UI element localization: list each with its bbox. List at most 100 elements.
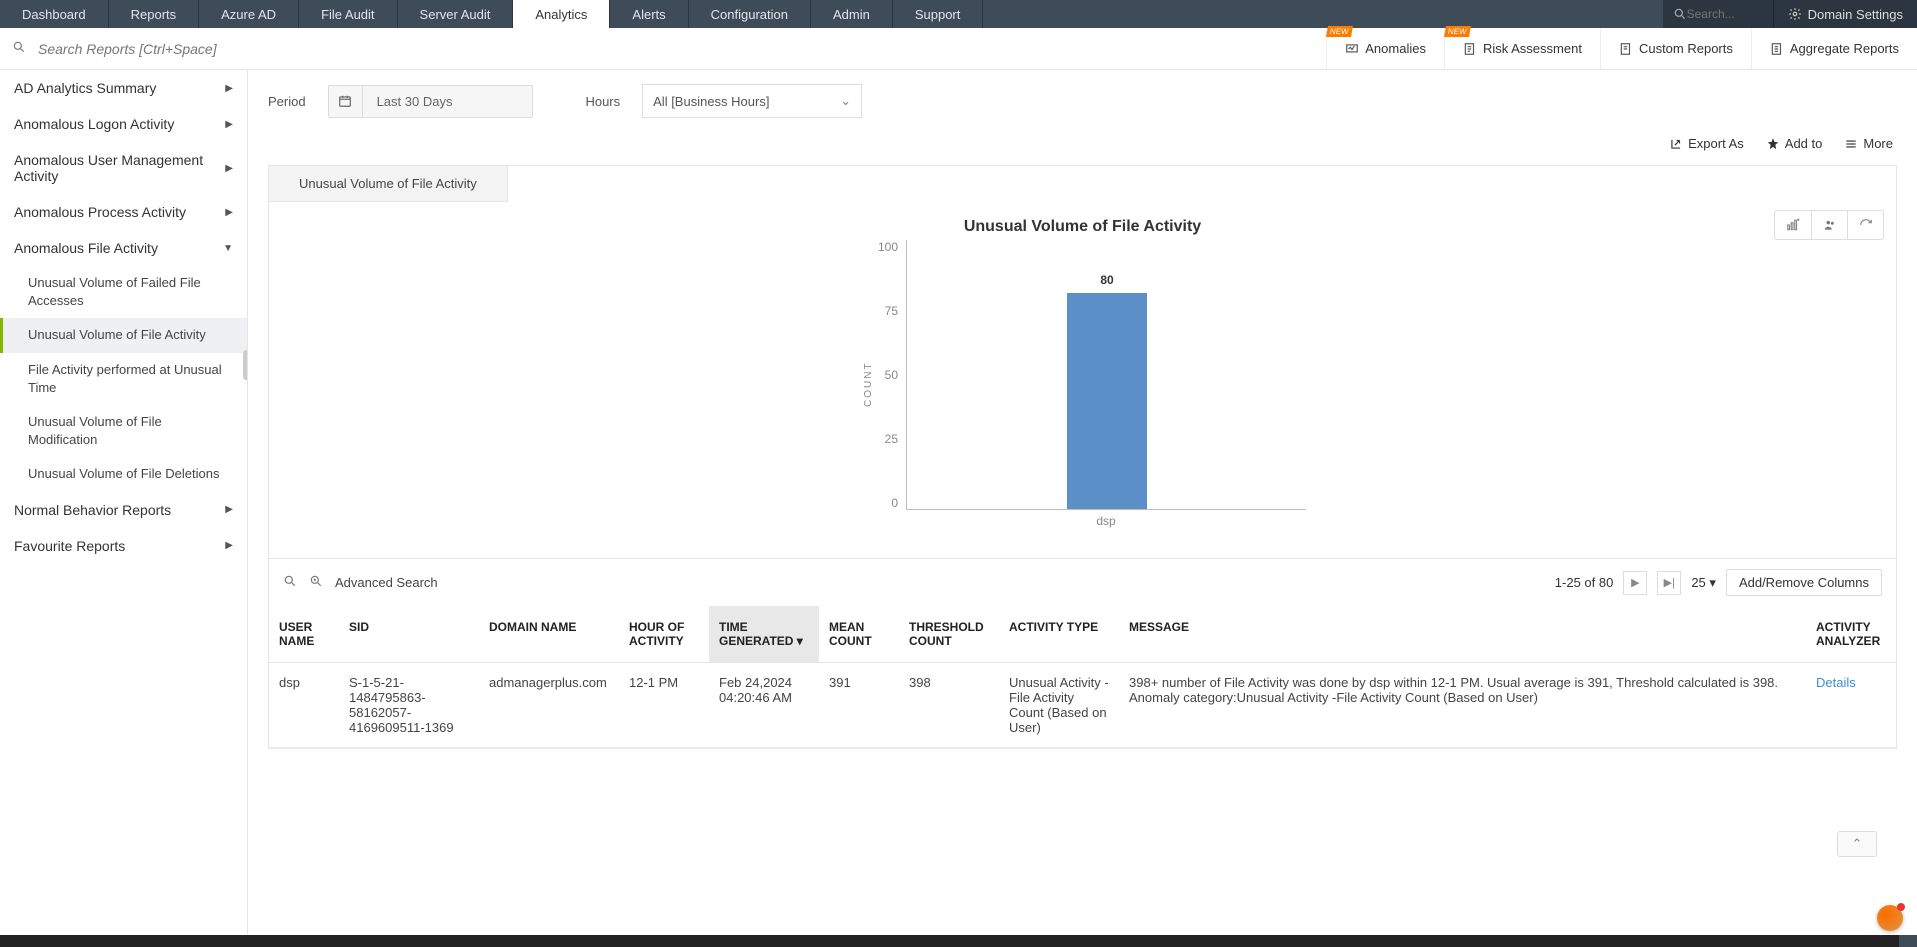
col-mean-count[interactable]: MEAN COUNT (819, 606, 899, 663)
more-icon (1844, 137, 1858, 151)
filters-row: Period Last 30 Days Hours All [Business … (268, 84, 1897, 118)
cell-hour: 12-1 PM (619, 663, 709, 748)
sidebar-item-normal-behavior[interactable]: Normal Behavior Reports▶ (0, 492, 247, 528)
chevron-down-icon: ▼ (223, 243, 233, 254)
report-tab-title[interactable]: Unusual Volume of File Activity (269, 166, 508, 202)
col-hour[interactable]: HOUR OF ACTIVITY (619, 606, 709, 663)
sidebar-sub-volume-file-activity[interactable]: Unusual Volume of File Activity (0, 318, 247, 352)
chevron-right-icon: ▶ (225, 540, 233, 551)
advanced-search-icon[interactable] (309, 574, 323, 591)
period-value[interactable]: Last 30 Days (363, 86, 533, 117)
chart-bar[interactable] (1067, 293, 1147, 509)
chevron-down-icon: ⌄ (840, 93, 851, 109)
tab-dashboard[interactable]: Dashboard (0, 0, 109, 28)
search-icon (1673, 7, 1687, 21)
tab-support[interactable]: Support (893, 0, 984, 28)
chart-area: Unusual Volume of File Activity COUNT 10… (269, 202, 1896, 558)
global-search[interactable] (1663, 0, 1773, 28)
pagination-range: 1-25 of 80 (1555, 575, 1614, 590)
sidebar-item-anomalous-process[interactable]: Anomalous Process Activity▶ (0, 194, 247, 230)
risk-assessment-link[interactable]: NEW Risk Assessment (1444, 28, 1600, 69)
more-button[interactable]: More (1844, 136, 1893, 151)
scroll-top-button[interactable]: ⌃ (1837, 831, 1877, 857)
chevron-right-icon: ▶ (225, 207, 233, 218)
chart-add-icon[interactable] (1775, 211, 1811, 239)
col-user-name[interactable]: USER NAME (269, 606, 339, 663)
col-activity-type[interactable]: ACTIVITY TYPE (999, 606, 1119, 663)
cell-mean: 391 (819, 663, 899, 748)
sidebar-resize-handle[interactable] (243, 350, 248, 380)
domain-settings-button[interactable]: Domain Settings (1773, 0, 1917, 28)
tab-azure-ad[interactable]: Azure AD (199, 0, 299, 28)
sort-desc-icon: ▾ (797, 634, 803, 648)
bar-value-label: 80 (1067, 273, 1147, 287)
footer-expand-icon[interactable] (1899, 935, 1917, 947)
tab-file-audit[interactable]: File Audit (299, 0, 397, 28)
aggregate-reports-icon (1770, 42, 1784, 56)
add-remove-columns-button[interactable]: Add/Remove Columns (1726, 569, 1882, 596)
col-domain-name[interactable]: DOMAIN NAME (479, 606, 619, 663)
chat-widget[interactable] (1877, 905, 1903, 931)
sidebar-item-anomalous-file[interactable]: Anomalous File Activity▼ (0, 230, 247, 266)
notification-badge (1897, 903, 1905, 911)
col-sid[interactable]: SID (339, 606, 479, 663)
sidebar-sub-volume-modification[interactable]: Unusual Volume of File Modification (0, 405, 247, 457)
sidebar-sub-volume-deletions[interactable]: Unusual Volume of File Deletions (0, 457, 247, 491)
chart-ylabel: COUNT (859, 240, 878, 528)
new-badge: NEW (1326, 26, 1353, 37)
tab-configuration[interactable]: Configuration (689, 0, 811, 28)
sidebar-sub-failed-file-accesses[interactable]: Unusual Volume of Failed File Accesses (0, 266, 247, 318)
search-reports-icon[interactable] (0, 40, 38, 57)
sidebar-item-favourite[interactable]: Favourite Reports▶ (0, 528, 247, 564)
sidebar: AD Analytics Summary▶ Anomalous Logon Ac… (0, 70, 248, 947)
cell-threshold: 398 (899, 663, 999, 748)
chart-actions (1774, 210, 1884, 240)
last-page-button[interactable]: ▶| (1657, 571, 1681, 595)
col-activity-analyzer[interactable]: ACTIVITY ANALYZER (1806, 606, 1896, 663)
table-toolbar: Advanced Search 1-25 of 80 ▶ ▶| 25 ▾ Add… (269, 558, 1896, 606)
new-badge: NEW (1444, 26, 1471, 37)
custom-reports-link[interactable]: Custom Reports (1600, 28, 1751, 69)
gear-icon (1788, 7, 1802, 21)
chart-users-icon[interactable] (1811, 211, 1847, 239)
tab-analytics[interactable]: Analytics (513, 0, 610, 28)
next-page-button[interactable]: ▶ (1623, 571, 1647, 595)
col-time-generated[interactable]: TIME GENERATED ▾ (709, 606, 819, 663)
col-threshold-count[interactable]: THRESHOLD COUNT (899, 606, 999, 663)
star-icon (1766, 137, 1780, 151)
period-picker[interactable]: Last 30 Days (328, 85, 534, 118)
aggregate-reports-link[interactable]: Aggregate Reports (1751, 28, 1917, 69)
tab-admin[interactable]: Admin (811, 0, 893, 28)
report-toolbar: Export As Add to More (268, 130, 1897, 165)
tab-alerts[interactable]: Alerts (610, 0, 688, 28)
sidebar-item-anomalous-logon[interactable]: Anomalous Logon Activity▶ (0, 106, 247, 142)
anomalies-icon (1345, 42, 1359, 56)
chart-refresh-icon[interactable] (1847, 211, 1883, 239)
sidebar-sub-unusual-time[interactable]: File Activity performed at Unusual Time (0, 353, 247, 405)
chart-yaxis: 100 75 50 25 0 (878, 240, 906, 510)
hours-select[interactable]: All [Business Hours] ⌄ (642, 84, 862, 118)
add-to-button[interactable]: Add to (1766, 136, 1823, 151)
calendar-icon[interactable] (329, 86, 363, 117)
sidebar-item-ad-analytics-summary[interactable]: AD Analytics Summary▶ (0, 70, 247, 106)
footer-bar (0, 935, 1917, 947)
sidebar-item-anomalous-user-mgmt[interactable]: Anomalous User Management Activity▶ (0, 142, 247, 194)
cell-message: 398+ number of File Activity was done by… (1119, 663, 1806, 748)
report-panel: Unusual Volume of File Activity Unusual … (268, 165, 1897, 749)
top-nav: Dashboard Reports Azure AD File Audit Se… (0, 0, 1917, 28)
export-as-button[interactable]: Export As (1669, 136, 1744, 151)
tab-reports[interactable]: Reports (109, 0, 200, 28)
cell-domain: admanagerplus.com (479, 663, 619, 748)
page-size-selector[interactable]: 25 ▾ (1691, 575, 1716, 591)
details-link[interactable]: Details (1816, 675, 1856, 690)
anomalies-link[interactable]: NEW Anomalies (1326, 28, 1444, 69)
hours-label: Hours (585, 94, 620, 109)
search-reports-input[interactable] (38, 41, 438, 57)
col-message[interactable]: MESSAGE (1119, 606, 1806, 663)
advanced-search-link[interactable]: Advanced Search (335, 575, 438, 590)
global-search-input[interactable] (1687, 7, 1757, 21)
subheader: NEW Anomalies NEW Risk Assessment Custom… (0, 28, 1917, 70)
table-row: dsp S-1-5-21-1484795863-58162057-4169609… (269, 663, 1896, 748)
table-search-icon[interactable] (283, 574, 297, 591)
tab-server-audit[interactable]: Server Audit (398, 0, 514, 28)
